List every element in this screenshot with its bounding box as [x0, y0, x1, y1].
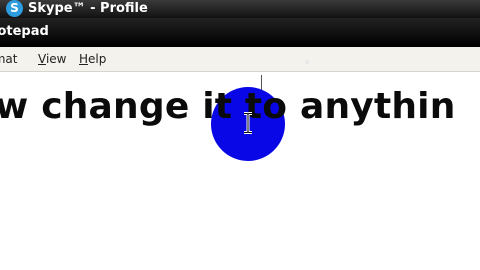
notepad-window-titlebar[interactable]: lotepad [0, 18, 480, 47]
skype-window-title: Skype™ - Profile [28, 1, 148, 16]
screen: S Skype™ - Profile lotepad rmat View Hel… [0, 0, 480, 270]
notepad-window-title: lotepad [0, 24, 49, 39]
decorative-dot [305, 60, 309, 64]
ibeam-cursor-icon [244, 112, 252, 134]
menu-help[interactable]: Help [79, 52, 106, 66]
skype-logo-icon: S [6, 0, 23, 17]
menu-format[interactable]: rmat [0, 52, 17, 66]
skype-window-titlebar[interactable]: S Skype™ - Profile [0, 0, 480, 18]
menu-view[interactable]: View [38, 52, 66, 66]
editor-text: w change it to anythin [0, 86, 456, 127]
menu-bar: rmat View Help [0, 47, 480, 72]
